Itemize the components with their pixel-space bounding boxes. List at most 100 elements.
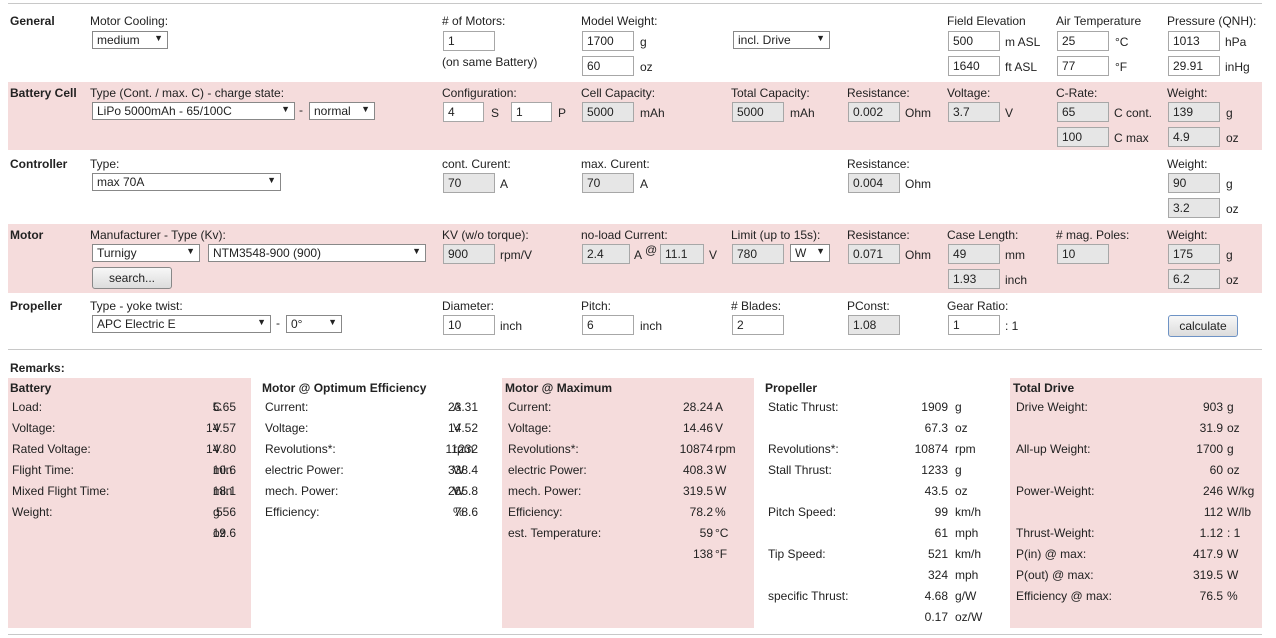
- result-value: 67.3: [924, 421, 948, 435]
- result-label: Current:: [265, 400, 309, 414]
- pressure-inhg-input[interactable]: [1168, 56, 1220, 76]
- blades-input[interactable]: [732, 315, 784, 335]
- field-elevation-ft-input[interactable]: [948, 56, 1000, 76]
- battery-weight-g-unit: g: [1226, 106, 1233, 120]
- motor-cooling-select[interactable]: medium ▼: [92, 31, 168, 49]
- motor-manufacturer-value: Turnigy: [97, 246, 137, 260]
- config-p-input[interactable]: [511, 102, 552, 122]
- result-label: Flight Time:: [12, 463, 75, 477]
- propeller-type-value: APC Electric E: [97, 317, 176, 331]
- result-unit: %: [1227, 589, 1238, 603]
- result-label: Tip Speed:: [768, 547, 826, 561]
- result-value: 319.5: [682, 484, 713, 498]
- result-unit: rpm: [715, 442, 736, 456]
- result-label: specific Thrust:: [768, 589, 849, 603]
- chevron-down-icon: ▼: [267, 175, 276, 185]
- max-current-label: max. Curent:: [581, 157, 650, 171]
- pitch-unit: inch: [640, 319, 663, 333]
- battery-resistance-field: [848, 102, 900, 122]
- controller-resistance-field: [848, 173, 900, 193]
- result-unit: W: [453, 484, 465, 498]
- result-unit: °C: [715, 526, 729, 540]
- result-value: 28.24: [682, 400, 713, 414]
- motor-weight-g-field: [1168, 244, 1220, 264]
- config-s-input[interactable]: [443, 102, 484, 122]
- result-label: Mixed Flight Time:: [12, 484, 110, 498]
- result-value: 78.2: [689, 505, 713, 519]
- kv-unit: rpm/V: [500, 248, 533, 262]
- dash-separator: -: [276, 316, 280, 330]
- result-label: Drive Weight:: [1016, 400, 1088, 414]
- result-unit: V: [213, 421, 222, 435]
- result-unit: oz/W: [955, 610, 983, 624]
- pitch-input[interactable]: [582, 315, 634, 335]
- battery-resistance-label: Resistance:: [847, 86, 910, 100]
- battery-type-select[interactable]: LiPo 5000mAh - 65/100C ▼: [92, 102, 295, 120]
- gear-ratio-input[interactable]: [948, 315, 1000, 335]
- result-value: 60: [1209, 463, 1223, 477]
- chevron-down-icon: ▼: [816, 33, 825, 43]
- power-limit-label: Limit (up to 15s):: [731, 228, 821, 242]
- air-temp-f-input[interactable]: [1057, 56, 1109, 76]
- air-temp-label: Air Temperature: [1056, 14, 1142, 28]
- noload-current-unit: A: [634, 248, 643, 262]
- model-weight-oz-input[interactable]: [582, 56, 634, 76]
- motor-weight-oz-unit: oz: [1226, 273, 1239, 287]
- result-unit: g: [1227, 400, 1234, 414]
- propeller-type-select[interactable]: APC Electric E ▼: [92, 315, 271, 333]
- c-rate-cont-field: [1057, 102, 1109, 122]
- result-unit: W: [453, 463, 465, 477]
- charge-state-value: normal: [314, 104, 351, 118]
- pconst-label: PConst:: [847, 299, 890, 313]
- configuration-label: Configuration:: [442, 86, 517, 100]
- num-motors-input[interactable]: [443, 31, 495, 51]
- controller-weight-oz-field: [1168, 198, 1220, 218]
- result-unit: V: [453, 421, 462, 435]
- general-heading: General: [10, 14, 55, 28]
- config-p-unit: P: [558, 106, 567, 120]
- air-temp-c-input[interactable]: [1057, 31, 1109, 51]
- field-elevation-m-input[interactable]: [948, 31, 1000, 51]
- yoke-twist-value: 0°: [291, 317, 303, 331]
- result-unit: C: [213, 400, 222, 414]
- charge-state-select[interactable]: normal ▼: [309, 102, 375, 120]
- result-label: Efficiency:: [265, 505, 320, 519]
- model-weight-oz-unit: oz: [640, 60, 653, 74]
- diameter-input[interactable]: [443, 315, 495, 335]
- result-value: 1233: [921, 463, 948, 477]
- noload-current-field: [582, 244, 630, 264]
- weight-mode-select[interactable]: incl. Drive ▼: [733, 31, 830, 49]
- result-unit: oz: [955, 484, 968, 498]
- result-unit: min: [213, 484, 233, 498]
- cell-capacity-unit: mAh: [640, 106, 665, 120]
- chevron-down-icon: ▼: [816, 246, 825, 256]
- result-value: 246: [1202, 484, 1223, 498]
- result-label: Voltage:: [265, 421, 309, 435]
- battery-heading: Battery Cell: [10, 86, 77, 100]
- calculate-button[interactable]: calculate: [1168, 315, 1238, 337]
- yoke-twist-select[interactable]: 0° ▼: [286, 315, 342, 333]
- controller-type-select[interactable]: max 70A ▼: [92, 173, 281, 191]
- result-label: electric Power:: [265, 463, 344, 477]
- motor-cooling-value: medium: [97, 33, 140, 47]
- result-label: Rated Voltage:: [12, 442, 91, 456]
- battery-type-value: LiPo 5000mAh - 65/100C: [97, 104, 232, 118]
- result-value: 0.17: [924, 610, 948, 624]
- gear-ratio-suffix: : 1: [1005, 319, 1019, 333]
- pitch-label: Pitch:: [581, 299, 612, 313]
- result-unit: km/h: [955, 547, 982, 561]
- motor-search-button[interactable]: search...: [92, 267, 172, 289]
- noload-current-label: no-load Current:: [581, 228, 668, 242]
- battery-weight-label: Weight:: [1167, 86, 1208, 100]
- result-unit: V: [213, 442, 222, 456]
- pressure-hpa-unit: hPa: [1225, 35, 1247, 49]
- motor-manufacturer-select[interactable]: Turnigy ▼: [92, 244, 200, 262]
- model-weight-g-input[interactable]: [582, 31, 634, 51]
- pressure-hpa-input[interactable]: [1168, 31, 1220, 51]
- top-divider: [8, 3, 1262, 4]
- weight-mode-value: incl. Drive: [738, 33, 791, 47]
- power-limit-unit-select[interactable]: W ▼: [790, 244, 830, 262]
- result-value: 324: [927, 568, 948, 582]
- motor-model-select[interactable]: NTM3548-900 (900) ▼: [208, 244, 426, 262]
- battery-voltage-field: [948, 102, 1000, 122]
